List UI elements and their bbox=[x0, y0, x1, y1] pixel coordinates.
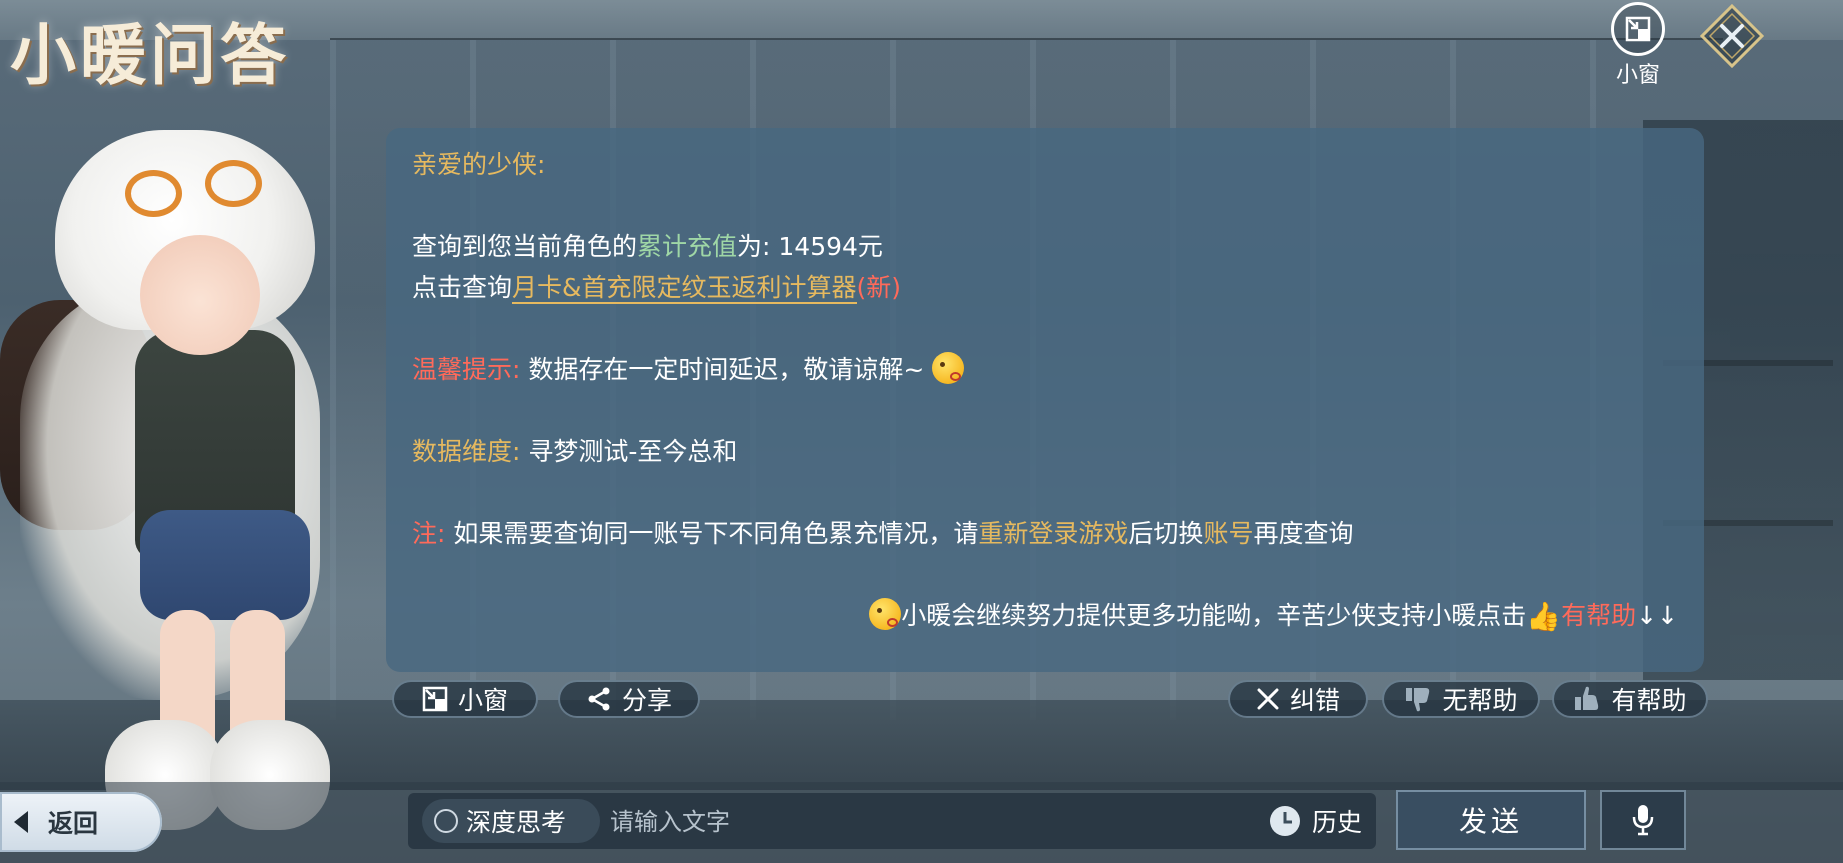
thumbs-up-emoji-icon: 👍 bbox=[1526, 600, 1562, 633]
character-illustration bbox=[0, 130, 400, 863]
dimension-text: 寻梦测试-至今总和 bbox=[528, 437, 738, 466]
not-helpful-button[interactable]: 无帮助 bbox=[1382, 680, 1540, 718]
top-divider bbox=[330, 38, 1723, 40]
history-label: 历史 bbox=[1312, 808, 1363, 837]
mini-window-button[interactable]: 小窗 bbox=[392, 680, 538, 718]
microphone-button[interactable] bbox=[1600, 790, 1686, 850]
recharge-highlight: 累计充值 bbox=[637, 232, 738, 261]
minimize-window-icon bbox=[422, 686, 448, 712]
cross-icon bbox=[1257, 688, 1279, 710]
kiss-emoji-icon bbox=[869, 598, 902, 630]
closing-highlight: 有帮助 bbox=[1561, 601, 1637, 630]
mini-window-top-button[interactable]: 小窗 bbox=[1605, 2, 1671, 88]
back-arrow-icon bbox=[14, 811, 28, 833]
kiss-emoji-icon bbox=[932, 352, 965, 384]
closing-arrows: ↓↓ bbox=[1636, 601, 1678, 630]
share-label: 分享 bbox=[621, 686, 672, 715]
send-button[interactable]: 发送 bbox=[1396, 790, 1586, 850]
close-button[interactable] bbox=[1699, 3, 1765, 69]
chat-input-bar: 深度思考 历史 bbox=[408, 793, 1376, 849]
close-icon bbox=[1699, 3, 1765, 69]
back-button[interactable]: 返回 bbox=[0, 792, 162, 852]
calculator-prefix: 点击查询 bbox=[412, 273, 513, 302]
new-badge: (新) bbox=[856, 273, 902, 302]
thumbs-up-icon bbox=[1575, 686, 1599, 710]
character-shorts bbox=[140, 510, 310, 620]
back-label: 返回 bbox=[48, 809, 99, 838]
recharge-value: 为: 14594元 bbox=[737, 232, 883, 261]
clock-icon bbox=[1270, 806, 1300, 836]
recharge-prefix: 查询到您当前角色的 bbox=[412, 232, 638, 261]
minimize-window-icon bbox=[1611, 2, 1665, 56]
app-title: 小暖问答 bbox=[10, 16, 290, 94]
message-input[interactable] bbox=[608, 799, 1152, 845]
deep-think-label: 深度思考 bbox=[466, 808, 567, 837]
deep-think-toggle[interactable]: 深度思考 bbox=[422, 799, 600, 843]
greeting-text: 亲爱的少侠: bbox=[412, 150, 546, 179]
share-button[interactable]: 分享 bbox=[558, 680, 700, 718]
closing-text: 小暖会继续努力提供更多功能呦，辛苦少侠支持小暖点击 bbox=[901, 601, 1527, 630]
helpful-label: 有帮助 bbox=[1611, 686, 1687, 715]
not-helpful-label: 无帮助 bbox=[1442, 686, 1518, 715]
note-highlight-relogin: 重新登录游戏 bbox=[978, 519, 1129, 548]
note-highlight-account: 账号 bbox=[1203, 519, 1254, 548]
thumbs-down-icon bbox=[1406, 688, 1430, 712]
correct-error-button[interactable]: 纠错 bbox=[1228, 680, 1368, 718]
radio-circle-icon bbox=[434, 809, 458, 833]
tip-label: 温馨提示: bbox=[412, 355, 521, 384]
dimension-label: 数据维度: bbox=[412, 437, 521, 466]
note-text-2: 后切换 bbox=[1128, 519, 1204, 548]
note-label: 注: bbox=[412, 519, 446, 548]
history-button[interactable]: 历史 bbox=[1268, 799, 1362, 843]
share-icon bbox=[588, 687, 610, 711]
note-text-3: 再度查询 bbox=[1253, 519, 1354, 548]
helpful-button[interactable]: 有帮助 bbox=[1552, 680, 1708, 718]
calculator-link[interactable]: 月卡&首充限定纹玉返利计算器 bbox=[512, 273, 857, 304]
mini-window-label: 小窗 bbox=[457, 686, 508, 715]
tip-text: 数据存在一定时间延迟，敬请谅解~ bbox=[528, 355, 925, 384]
correct-error-label: 纠错 bbox=[1289, 686, 1340, 715]
microphone-icon bbox=[1632, 805, 1654, 836]
mini-window-top-label: 小窗 bbox=[1615, 63, 1660, 88]
character-face bbox=[140, 235, 260, 355]
note-text-1: 如果需要查询同一账号下不同角色累充情况，请 bbox=[453, 519, 979, 548]
answer-message-card: 亲爱的少侠: 查询到您当前角色的累计充值为: 14594元 点击查询月卡&首充限… bbox=[386, 128, 1704, 672]
